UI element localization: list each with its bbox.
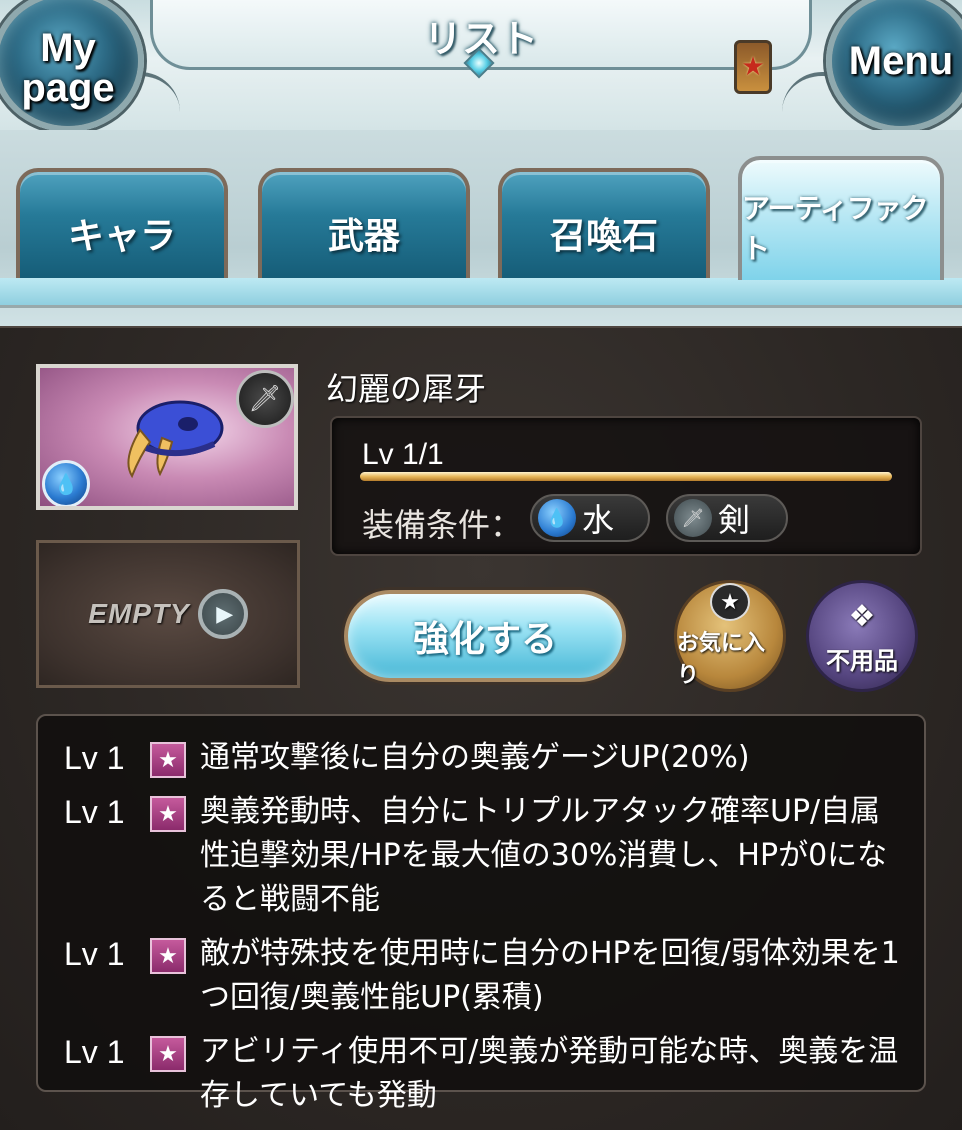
tab-artifacts[interactable]: アーティファクト: [738, 156, 944, 280]
empty-slot[interactable]: EMPTY ▶: [36, 540, 300, 688]
tab-characters[interactable]: キャラ: [16, 168, 228, 280]
sword-icon: 🗡: [236, 370, 294, 428]
star-icon: ★: [710, 583, 750, 621]
mypage-button[interactable]: My page: [0, 0, 144, 132]
equip-condition-label: 装備条件：: [362, 506, 523, 544]
water-icon: 💧: [42, 460, 90, 506]
upgrade-button[interactable]: 強化する: [344, 590, 626, 682]
equip-weapon-pill: 🗡 剣: [666, 494, 788, 542]
skill-level: Lv 1: [64, 740, 125, 776]
skill-text: 敵が特殊技を使用時に自分のHPを回復/弱体効果を1つ回復/奥義性能UP(累積): [200, 936, 900, 1015]
equip-weapon-label: 剣: [718, 501, 751, 539]
menu-label: Menu: [848, 39, 954, 83]
tab-underline: [0, 278, 962, 308]
diamond-cluster-icon: ❖: [848, 599, 876, 634]
tab-bar: キャラ 武器 召喚石 アーティファクト: [0, 130, 962, 326]
skill-level: Lv 1: [64, 794, 125, 830]
skill-star-icon: ★: [150, 742, 186, 778]
junk-label: 不用品: [826, 646, 898, 675]
fang-skull-image: [127, 400, 224, 479]
mypage-label: My page: [21, 26, 115, 110]
skill-star-icon: ★: [150, 1036, 186, 1072]
artifact-info-box: Lv 1/1 装備条件： 💧 水 🗡 剣: [330, 416, 922, 556]
skill-star-icon: ★: [150, 796, 186, 832]
level-bar: [360, 472, 892, 481]
favorite-button[interactable]: ★ お気に入り: [674, 580, 786, 692]
artifact-detail-panel: 🗡 💧 EMPTY ▶ 幻麗の犀牙 Lv 1/1 装備条件： 💧 水 🗡 剣 強…: [0, 326, 962, 1130]
artifact-thumbnail[interactable]: 🗡 💧: [36, 364, 298, 510]
skill-text: 通常攻撃後に自分の奥義ゲージUP(20%): [200, 740, 750, 775]
equip-element-label: 水: [582, 501, 615, 539]
skill-text: アビリティ使用不可/奥義が発動可能な時、奥義を温存していても発動: [200, 1034, 899, 1113]
favorite-label: お気に入り: [677, 631, 766, 688]
skill-list: Lv 1 ★ 通常攻撃後に自分の奥義ゲージUP(20%) Lv 1 ★ 奥義発動…: [36, 714, 926, 1113]
skill-item: Lv 1 ★ 通常攻撃後に自分の奥義ゲージUP(20%): [64, 736, 924, 780]
water-icon: 💧: [538, 499, 576, 537]
skill-item: Lv 1 ★ 敵が特殊技を使用時に自分のHPを回復/弱体効果を1つ回復/奥義性能…: [64, 932, 924, 1020]
skill-level: Lv 1: [64, 936, 125, 972]
junk-button[interactable]: ❖ 不用品: [806, 580, 918, 692]
equip-element-pill: 💧 水: [530, 494, 650, 542]
tab-summons[interactable]: 召喚石: [498, 168, 710, 280]
skill-level: Lv 1: [64, 1034, 125, 1070]
header: リスト My page ★ Menu: [0, 0, 962, 132]
star-badge-icon[interactable]: ★: [734, 40, 772, 94]
skill-item: Lv 1 ★ 奥義発動時、自分にトリプルアタック確率UP/自属性追撃効果/HPを…: [64, 790, 924, 922]
play-icon: ▶: [197, 589, 248, 639]
menu-button[interactable]: Menu: [826, 0, 962, 132]
skill-text: 奥義発動時、自分にトリプルアタック確率UP/自属性追撃効果/HPを最大値の30%…: [200, 794, 888, 917]
skill-star-icon: ★: [150, 938, 186, 974]
level-text: Lv 1/1: [362, 438, 444, 471]
tab-weapons[interactable]: 武器: [258, 168, 470, 280]
sword-icon: 🗡: [674, 499, 712, 537]
artifact-name: 幻麗の犀牙: [326, 370, 487, 408]
skill-item: Lv 1 ★ アビリティ使用不可/奥義が発動可能な時、奥義を温存していても発動: [64, 1030, 924, 1118]
empty-label: EMPTY: [88, 598, 190, 629]
level-bar-fill: [360, 472, 892, 481]
